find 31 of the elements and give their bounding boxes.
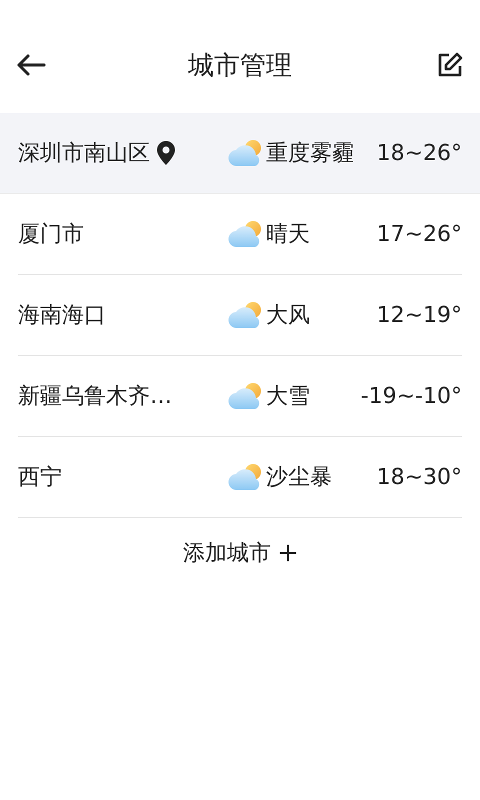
page-title: 城市管理 [188, 50, 292, 83]
weather-condition: 大风 [266, 302, 310, 330]
city-row[interactable]: 深圳市南山区 重度雾霾 18~26° [0, 113, 480, 194]
city-row[interactable]: 西宁 沙尘暴 18~30° [18, 437, 462, 518]
city-name: 新疆乌鲁木齐… [18, 383, 172, 411]
temperature-range: 18~30° [376, 464, 462, 490]
city-row[interactable]: 海南海口 大风 12~19° [18, 275, 462, 356]
temperature-range: 17~26° [376, 222, 462, 246]
location-pin-icon [156, 140, 176, 166]
city-name: 西宁 [18, 464, 62, 492]
temperature-range: -19~-10° [360, 384, 462, 408]
partly-cloudy-icon [228, 219, 264, 249]
weather-condition: 大雪 [266, 383, 310, 411]
temperature-range: 12~19° [376, 302, 462, 328]
partly-cloudy-icon [228, 300, 264, 330]
back-arrow-icon[interactable] [16, 52, 46, 76]
weather-condition: 晴天 [266, 221, 310, 249]
city-name: 厦门市 [18, 221, 84, 249]
partly-cloudy-icon [228, 381, 264, 411]
city-name: 深圳市南山区 [18, 140, 150, 168]
city-name: 海南海口 [18, 302, 106, 330]
plus-icon [279, 544, 297, 562]
city-row[interactable]: 新疆乌鲁木齐… 大雪 -19~-10° [18, 356, 462, 437]
partly-cloudy-icon [228, 138, 264, 168]
weather-condition: 重度雾霾 [266, 140, 354, 168]
weather-condition: 沙尘暴 [266, 464, 332, 492]
temperature-range: 18~26° [376, 140, 462, 166]
add-city-button[interactable]: 添加城市 [179, 534, 301, 572]
edit-icon[interactable] [436, 50, 464, 78]
partly-cloudy-icon [228, 462, 264, 492]
city-row[interactable]: 厦门市 晴天 17~26° [18, 194, 462, 275]
